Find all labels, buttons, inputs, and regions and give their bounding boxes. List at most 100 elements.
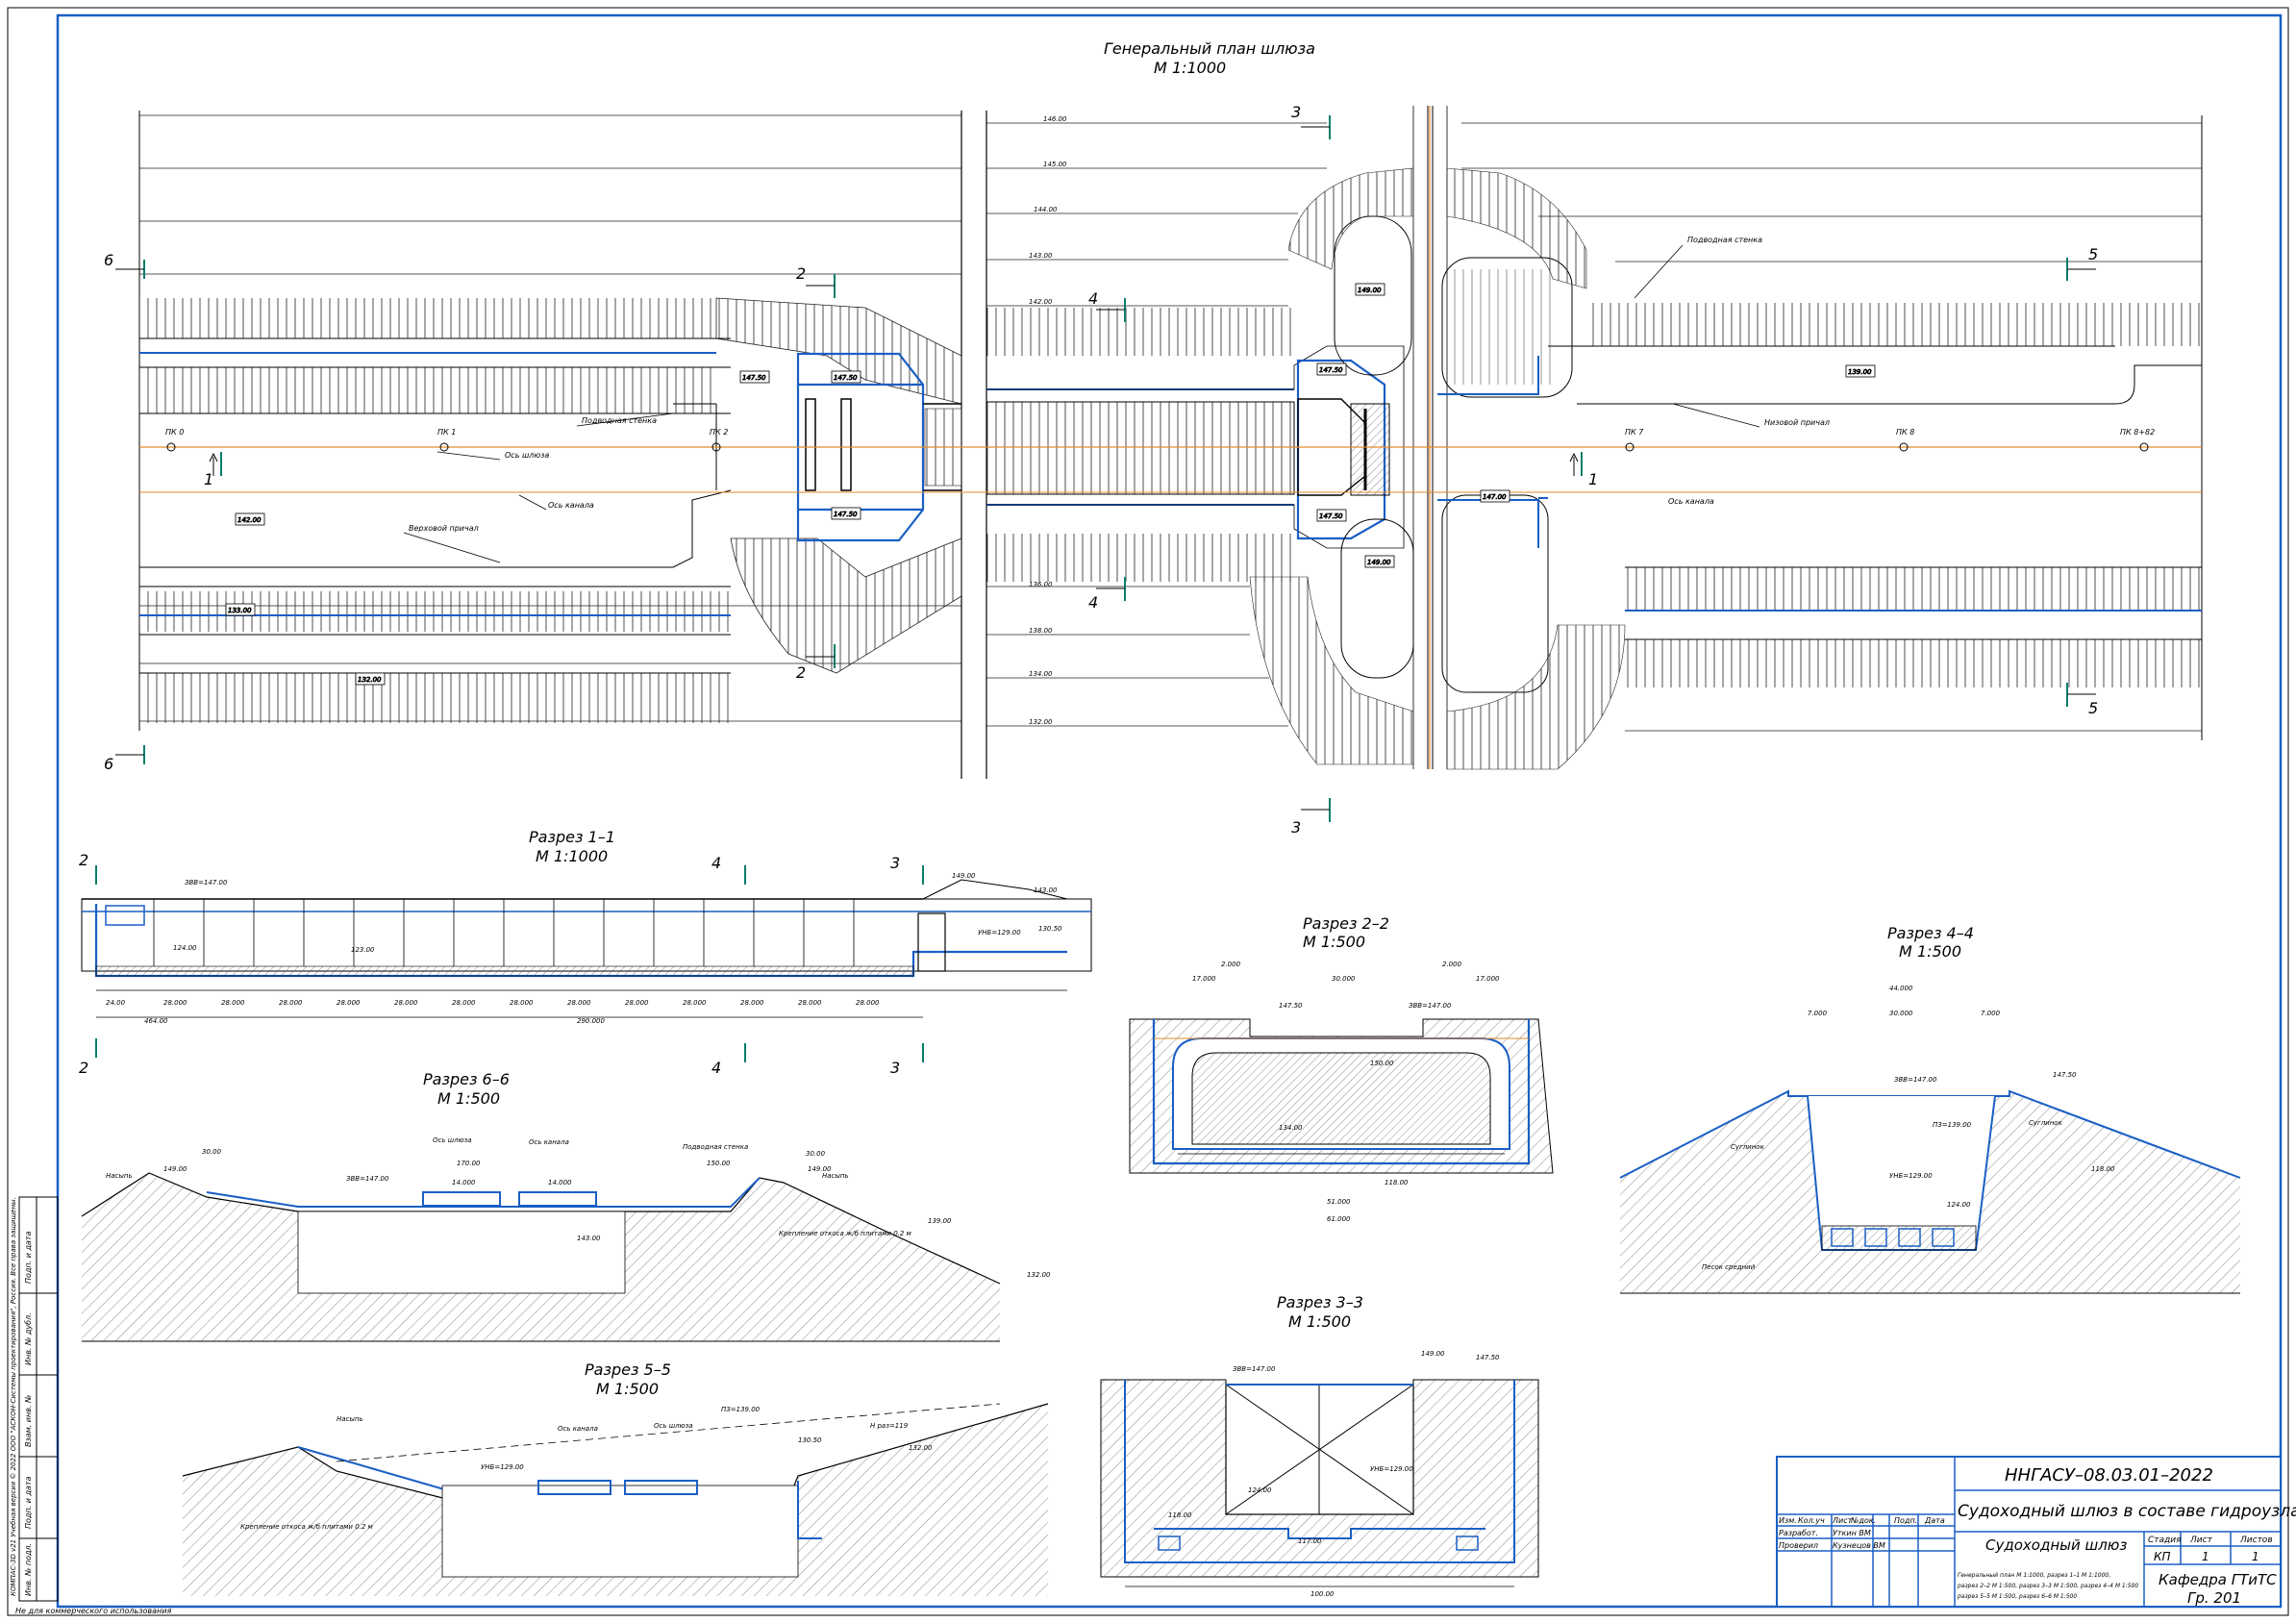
section-6-6: Разрез 6–6 М 1:500 Насыпь Ось шлюза Ось …	[81, 1070, 1051, 1342]
svg-text:132.00: 132.00	[1027, 1271, 1051, 1279]
dimension-label: 28.000	[567, 999, 591, 1007]
stamp-label-4: Подп. и дата	[24, 1231, 33, 1284]
svg-text:134.00: 134.00	[1279, 1124, 1303, 1132]
svg-text:Проверил: Проверил	[1779, 1541, 1818, 1550]
svg-text:61.000: 61.000	[1327, 1215, 1351, 1223]
dimension-label: 28.000	[625, 999, 649, 1007]
svg-text:138.00: 138.00	[1029, 627, 1053, 635]
tb-contents-2: разрез 5–5 М 1:500, разрез 6–6 М 1:500	[1957, 1593, 2077, 1600]
svg-text:УНБ=129.00: УНБ=129.00	[1889, 1172, 1933, 1180]
svg-text:144.00: 144.00	[1034, 206, 1058, 213]
svg-text:149.00: 149.00	[1358, 287, 1382, 294]
picket-7: ПК 7	[1625, 428, 1644, 437]
svg-text:1: 1	[2252, 1550, 2259, 1563]
svg-text:147.50: 147.50	[2053, 1071, 2077, 1079]
svg-text:Ось шлюза: Ось шлюза	[433, 1136, 472, 1144]
svg-text:ЗВВ=147.00: ЗВВ=147.00	[1233, 1365, 1276, 1373]
svg-text:149.00: 149.00	[1421, 1350, 1445, 1358]
svg-text:132.00: 132.00	[358, 676, 382, 684]
label-os-kanala: Ось канала	[548, 501, 594, 510]
svg-text:147.50: 147.50	[1319, 366, 1343, 374]
svg-text:1: 1	[2202, 1550, 2209, 1563]
svg-text:ПЗ=139.00: ПЗ=139.00	[721, 1406, 761, 1413]
svg-text:Крепление откоса ж/б плитами 0: Крепление откоса ж/б плитами 0.2 м	[240, 1523, 374, 1531]
svg-text:149.00: 149.00	[163, 1165, 187, 1173]
s66-title: Разрез 6–6	[423, 1070, 510, 1088]
dimension-label: 28.000	[337, 999, 361, 1007]
dimension-label: 28.000	[279, 999, 303, 1007]
svg-text:147.50: 147.50	[742, 374, 766, 382]
svg-text:4: 4	[1088, 593, 1098, 612]
noncommercial-note: Не для коммерческого использования	[15, 1607, 171, 1615]
svg-text:118.00: 118.00	[1168, 1511, 1192, 1519]
svg-text:14.000: 14.000	[452, 1179, 476, 1186]
tb-contents-1: разрез 2–2 М 1:500, разрез 3–3 М 1:500, …	[1957, 1583, 2138, 1589]
svg-text:147.50: 147.50	[1319, 512, 1343, 520]
picket-0: ПК 0	[165, 428, 184, 437]
section-5-5: Разрез 5–5 М 1:500 Насыпь Ось канала Ось…	[182, 1361, 1049, 1596]
svg-text:УНБ=129.00: УНБ=129.00	[978, 929, 1021, 936]
s33-scale: М 1:500	[1288, 1312, 1351, 1331]
s11-scale: М 1:1000	[536, 847, 608, 865]
svg-text:Насыпь: Насыпь	[337, 1415, 363, 1423]
tb-code: ННГАСУ–08.03.01–2022	[2005, 1465, 2213, 1486]
svg-text:Подп.: Подп.	[1894, 1516, 1917, 1525]
svg-text:464.00: 464.00	[144, 1017, 168, 1025]
tb-group: Гр. 201	[2187, 1589, 2241, 1607]
svg-text:2.000: 2.000	[1442, 961, 1462, 968]
svg-text:3: 3	[1291, 103, 1301, 121]
svg-text:117.00: 117.00	[1298, 1537, 1322, 1545]
svg-text:30.00: 30.00	[806, 1150, 826, 1158]
dimension-label: 28.000	[798, 999, 822, 1007]
dimension-label: 28.000	[683, 999, 707, 1007]
svg-text:142.00: 142.00	[1029, 298, 1053, 306]
svg-text:2: 2	[796, 663, 806, 682]
svg-text:4: 4	[711, 1059, 721, 1077]
svg-text:3: 3	[890, 854, 900, 872]
picket-2: ПК 2	[710, 428, 728, 437]
svg-text:Листов: Листов	[2239, 1536, 2273, 1545]
svg-text:149.00: 149.00	[808, 1165, 832, 1173]
dimension-label: 28.000	[740, 999, 764, 1007]
svg-text:7.000: 7.000	[1981, 1010, 2001, 1017]
svg-text:ПЗ=139.00: ПЗ=139.00	[1933, 1121, 1972, 1129]
svg-text:КП: КП	[2154, 1550, 2171, 1563]
svg-text:147.50: 147.50	[834, 511, 858, 518]
section-1-1: Разрез 1–1 М 1:1000 24.00 28.000 28.000 28.…	[79, 828, 1092, 1077]
svg-text:1: 1	[1588, 470, 1598, 488]
svg-text:3: 3	[890, 1059, 900, 1077]
s11-title: Разрез 1–1	[529, 828, 615, 846]
general-plan: Генеральный план шлюза М 1:1000 ПК 0 ПК …	[104, 39, 2203, 836]
svg-text:УНБ=129.00: УНБ=129.00	[1370, 1465, 1413, 1473]
svg-text:30.000: 30.000	[1332, 975, 1356, 983]
s22-title: Разрез 2–2	[1303, 914, 1389, 933]
svg-text:Изм.: Изм.	[1779, 1516, 1797, 1525]
s66-scale: М 1:500	[437, 1089, 500, 1108]
svg-text:17.000: 17.000	[1476, 975, 1500, 983]
s44-scale: М 1:500	[1899, 942, 1961, 961]
svg-text:5: 5	[2088, 245, 2098, 263]
dimension-label: 28.000	[394, 999, 418, 1007]
svg-text:130.50: 130.50	[798, 1436, 822, 1444]
svg-text:1: 1	[204, 470, 213, 488]
svg-text:130.50: 130.50	[1038, 925, 1062, 933]
picket-1: ПК 1	[437, 428, 456, 437]
svg-text:Насыпь: Насыпь	[106, 1172, 133, 1180]
svg-text:Ось канала: Ось канала	[558, 1425, 598, 1433]
dimension-label: 28.000	[856, 999, 880, 1007]
plan-scale: М 1:1000	[1154, 59, 1226, 77]
svg-text:ЗВВ=147.00: ЗВВ=147.00	[346, 1175, 389, 1183]
svg-text:Лист: Лист	[2189, 1536, 2213, 1545]
svg-text:44.000: 44.000	[1889, 985, 1913, 992]
s44-title: Разрез 4–4	[1887, 924, 1974, 942]
svg-text:2: 2	[796, 264, 806, 283]
svg-text:124.00: 124.00	[1248, 1486, 1272, 1494]
svg-text:Кузнецов ВМ: Кузнецов ВМ	[1833, 1541, 1885, 1550]
svg-text:170.00: 170.00	[457, 1160, 481, 1167]
label-niz-prichal: Низовой причал	[1764, 418, 1830, 427]
tb-contents-0: Генеральный план М 1:1000, разрез 1–1 М …	[1958, 1572, 2110, 1579]
section-3-3: Разрез 3–3 М 1:500 ЗВВ=147.00 149.00 147…	[1100, 1293, 1539, 1598]
picket-8-82: ПК 8+82	[2120, 428, 2155, 437]
svg-text:Насыпь: Насыпь	[822, 1172, 849, 1180]
tb-project: Судоходный шлюз в составе гидроузла	[1958, 1502, 2296, 1521]
